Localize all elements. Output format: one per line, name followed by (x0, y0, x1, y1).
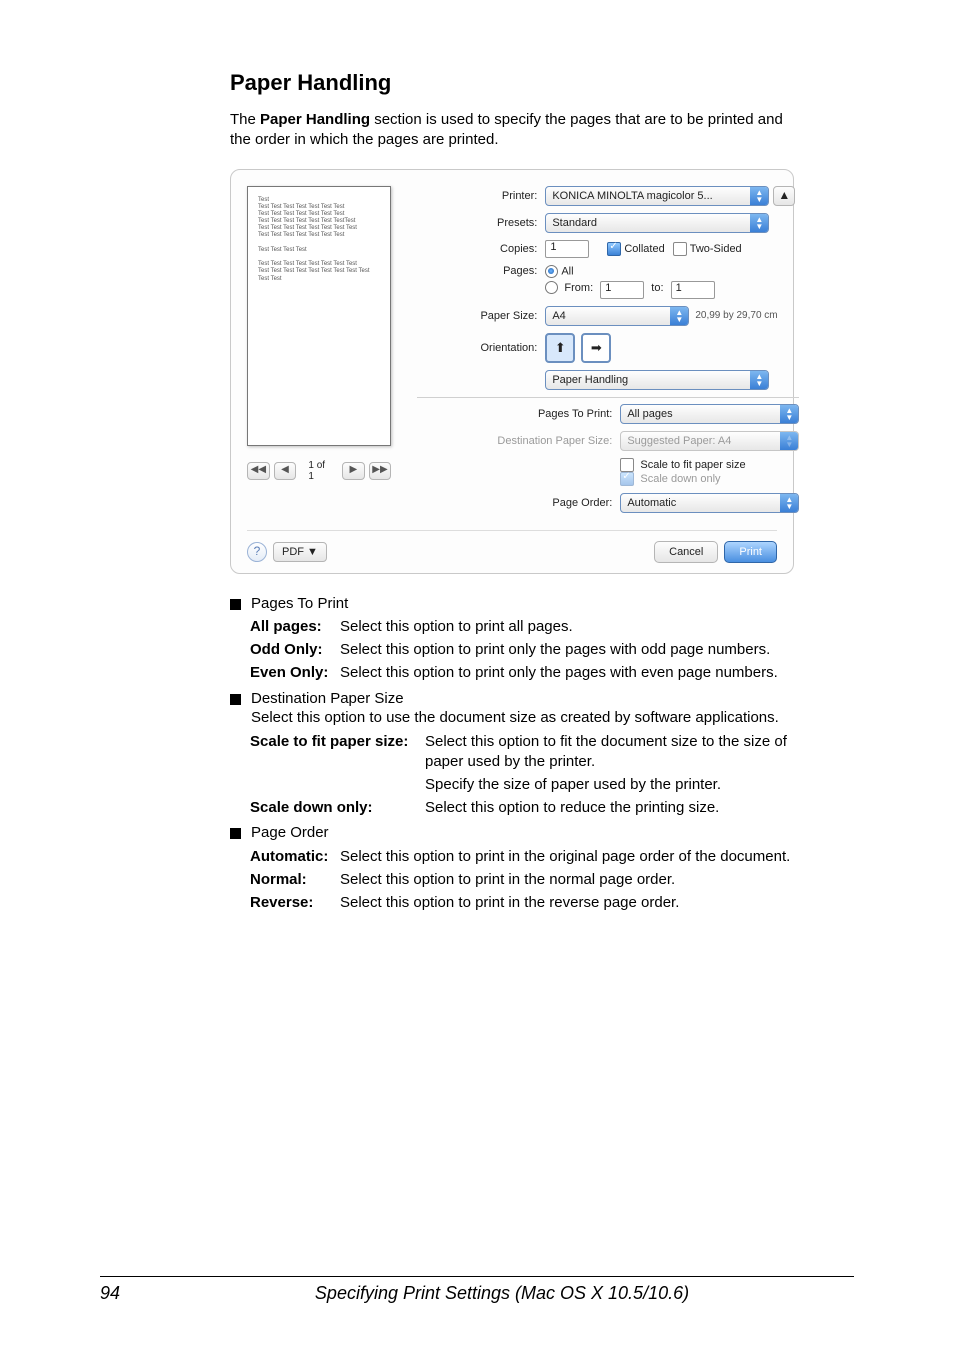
pages-from-radio[interactable] (545, 281, 558, 294)
section-heading: Paper Handling (230, 70, 854, 96)
printer-select[interactable]: KONICA MINOLTA magicolor 5...▲▼ (545, 186, 769, 206)
bullet-pages-to-print: Pages To Print (251, 594, 348, 614)
pages-to-label: to: (651, 282, 663, 294)
print-preview: TestTest Test Test Test Test Test TestTe… (247, 186, 391, 446)
desc-scale-fit: Select this option to fit the document s… (425, 732, 794, 772)
nav-next-button[interactable]: ▶ (342, 462, 365, 480)
pages-label: Pages: (417, 265, 545, 277)
desc-odd-only: Select this option to print only the pag… (340, 640, 794, 660)
presets-label: Presets: (417, 217, 545, 229)
term-all-pages: All pages: (250, 617, 340, 637)
desc-automatic: Select this option to print in the origi… (340, 847, 794, 867)
bullet-dest-paper-size: Destination Paper Size (251, 689, 779, 709)
desc-normal: Select this option to print in the norma… (340, 870, 794, 890)
term-automatic: Automatic: (250, 847, 340, 867)
preview-content: TestTest Test Test Test Test Test TestTe… (258, 197, 380, 283)
nav-prev-button[interactable]: ◀ (274, 462, 297, 480)
printer-label: Printer: (417, 190, 545, 202)
intro-paragraph: The Paper Handling section is used to sp… (230, 110, 794, 151)
pages-to-print-label: Pages To Print: (417, 408, 620, 420)
term-normal: Normal: (250, 870, 340, 890)
page-number: 94 (100, 1283, 120, 1304)
collated-label: Collated (624, 243, 664, 255)
copies-input[interactable]: 1 (545, 240, 589, 258)
twosided-label: Two-Sided (690, 243, 742, 255)
cancel-button[interactable]: Cancel (654, 541, 718, 563)
dest-paper-size-text: Select this option to use the document s… (251, 708, 779, 728)
print-button[interactable]: Print (724, 541, 777, 563)
footer-title: Specifying Print Settings (Mac OS X 10.5… (120, 1283, 854, 1304)
term-odd-only: Odd Only: (250, 640, 340, 660)
nav-page-label: 1 of 1 (308, 460, 330, 482)
orientation-label: Orientation: (417, 342, 545, 354)
orientation-portrait[interactable]: ⬆ (545, 333, 575, 363)
person-icon: ➡ (591, 340, 602, 356)
pages-to-print-select[interactable]: All pages▲▼ (620, 404, 799, 424)
orientation-landscape[interactable]: ➡ (581, 333, 611, 363)
copies-label: Copies: (417, 243, 545, 255)
desc-specify: Specify the size of paper used by the pr… (425, 775, 794, 795)
scale-fit-label: Scale to fit paper size (640, 458, 745, 470)
bullet-icon (230, 828, 241, 839)
page-order-select[interactable]: Automatic▲▼ (620, 493, 799, 513)
term-even-only: Even Only: (250, 663, 340, 683)
section-select[interactable]: Paper Handling▲▼ (545, 370, 769, 390)
printer-status-button[interactable]: ▲ (773, 186, 795, 206)
desc-reverse: Select this option to print in the rever… (340, 893, 794, 913)
pages-all-label: All (561, 265, 573, 277)
twosided-checkbox[interactable] (673, 242, 687, 256)
term-scale-down: Scale down only: (250, 798, 425, 818)
print-dialog: TestTest Test Test Test Test Test TestTe… (230, 169, 794, 574)
pages-all-radio[interactable] (545, 265, 558, 278)
pages-to-input[interactable]: 1 (671, 281, 715, 299)
nav-last-button[interactable]: ▶▶ (369, 462, 392, 480)
scale-fit-checkbox[interactable] (620, 458, 634, 472)
nav-first-button[interactable]: ◀◀ (247, 462, 270, 480)
term-scale-fit: Scale to fit paper size: (250, 732, 425, 772)
paper-size-select[interactable]: A4▲▼ (545, 306, 689, 326)
desc-all-pages: Select this option to print all pages. (340, 617, 794, 637)
bullet-page-order: Page Order (251, 823, 329, 843)
collated-checkbox[interactable] (607, 242, 621, 256)
dest-paper-size-label: Destination Paper Size: (417, 435, 620, 447)
dest-paper-size-select[interactable]: Suggested Paper: A4▲▼ (620, 431, 799, 451)
pdf-button[interactable]: PDF ▼ (273, 542, 327, 562)
desc-even-only: Select this option to print only the pag… (340, 663, 794, 683)
presets-select[interactable]: Standard▲▼ (545, 213, 769, 233)
bullet-icon (230, 599, 241, 610)
help-button[interactable]: ? (247, 542, 267, 562)
bullet-icon (230, 694, 241, 705)
person-icon: ⬆ (555, 340, 566, 356)
paper-size-note: 20,99 by 29,70 cm (695, 310, 777, 321)
pages-from-input[interactable]: 1 (600, 281, 644, 299)
pages-from-label: From: (564, 282, 593, 294)
scale-down-label: Scale down only (640, 472, 720, 484)
paper-size-label: Paper Size: (417, 310, 545, 322)
term-reverse: Reverse: (250, 893, 340, 913)
scale-down-checkbox (620, 472, 634, 486)
page-order-label: Page Order: (417, 497, 620, 509)
desc-scale-down: Select this option to reduce the printin… (425, 798, 794, 818)
